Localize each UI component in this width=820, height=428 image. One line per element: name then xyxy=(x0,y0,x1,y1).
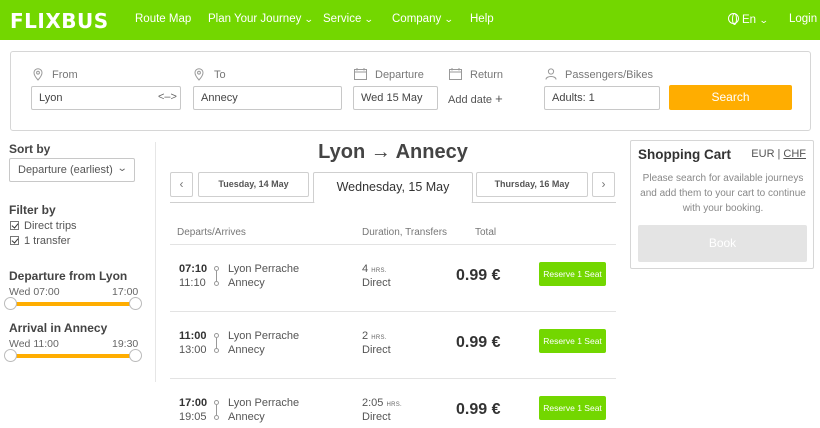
departure-slider-max-handle[interactable] xyxy=(129,297,142,310)
chevron-down-icon: ⌄ xyxy=(304,14,315,24)
trip-duration: 4 HRS. xyxy=(362,263,387,275)
table-divider xyxy=(170,244,616,245)
plus-icon: + xyxy=(495,91,503,106)
reserve-seat-button[interactable]: Reserve 1 Seat xyxy=(539,262,606,286)
chevron-down-icon: ⌄ xyxy=(364,14,375,24)
currency-selector: EUR | CHF xyxy=(751,148,806,160)
trip-price: 0.99 € xyxy=(456,334,501,351)
sort-select[interactable]: Departure (earliest) ⌄ xyxy=(9,158,135,182)
date-tab-next[interactable]: Thursday, 16 May xyxy=(476,172,588,197)
row-divider xyxy=(170,378,616,379)
cart-empty-message: Please search for available journeys and… xyxy=(640,173,806,214)
departure-label: Departure xyxy=(375,69,424,81)
nav-service[interactable]: Service ⌄ xyxy=(323,13,375,25)
book-button[interactable]: Book xyxy=(638,225,807,262)
route-end-dot-icon xyxy=(214,281,219,286)
date-tab-prev[interactable]: Tuesday, 14 May xyxy=(198,172,309,197)
date-tab-selected[interactable]: Wednesday, 15 May xyxy=(313,172,473,203)
top-nav: FLIXBUS Route Map Plan Your Journey ⌄ Ser… xyxy=(0,0,820,40)
arrival-range-min: Wed 11:00 xyxy=(9,338,59,350)
nav-route-map[interactable]: Route Map xyxy=(135,13,191,25)
calendar-icon xyxy=(354,68,367,80)
from-label: From xyxy=(52,69,78,81)
trip-duration: 2 HRS. xyxy=(362,330,387,342)
reserve-seat-button[interactable]: Reserve 1 Seat xyxy=(539,396,606,420)
departure-station[interactable]: Lyon Perrache xyxy=(228,330,299,342)
filter-direct-trips[interactable]: Direct trips xyxy=(10,220,77,232)
sidebar-divider xyxy=(155,142,156,382)
nav-plan-journey[interactable]: Plan Your Journey ⌄ xyxy=(208,13,315,25)
swap-icon[interactable]: <–> xyxy=(158,91,177,103)
arrival-station[interactable]: Annecy xyxy=(228,411,265,423)
departure-time: 17:00 xyxy=(179,397,208,409)
search-button[interactable]: Search xyxy=(669,85,792,110)
globe-icon xyxy=(728,13,739,25)
location-pin-icon xyxy=(33,68,43,81)
checkbox-checked-icon[interactable] xyxy=(10,236,19,245)
route-end-dot-icon xyxy=(214,415,219,420)
nav-company[interactable]: Company ⌄ xyxy=(392,13,454,25)
passengers-label: Passengers/Bikes xyxy=(565,69,654,81)
route-title: Lyon → Annecy xyxy=(318,141,468,163)
calendar-icon xyxy=(449,68,462,80)
departure-range-title: Departure from Lyon xyxy=(9,269,128,283)
return-label: Return xyxy=(470,69,504,81)
column-header-total: Total xyxy=(475,227,497,238)
arrival-range-title: Arrival in Annecy xyxy=(9,321,108,335)
add-return-date[interactable]: Add date + xyxy=(448,91,503,106)
trip-transfers: Direct xyxy=(362,277,391,289)
reserve-seat-button[interactable]: Reserve 1 Seat xyxy=(539,329,606,353)
currency-eur[interactable]: EUR xyxy=(751,148,774,160)
currency-chf[interactable]: CHF xyxy=(783,148,806,160)
arrival-time: 19:05 xyxy=(179,411,207,423)
passengers-input[interactable]: Adults: 1 xyxy=(544,86,660,110)
departure-range-min: Wed 07:00 xyxy=(9,286,60,298)
sort-title: Sort by xyxy=(9,142,51,156)
trip-price: 0.99 € xyxy=(456,401,501,418)
filter-one-transfer[interactable]: 1 transfer xyxy=(10,235,70,247)
prev-date-arrow[interactable]: ‹ xyxy=(170,172,193,197)
currency-separator: | xyxy=(777,148,781,160)
arrival-slider-min-handle[interactable] xyxy=(4,349,17,362)
column-header-departs-arrives: Departs/Arrives xyxy=(177,227,246,238)
column-header-duration: Duration, Transfers xyxy=(362,227,448,238)
person-icon xyxy=(545,68,557,80)
departure-time: 11:00 xyxy=(179,330,207,342)
nav-help[interactable]: Help xyxy=(470,13,494,25)
trip-transfers: Direct xyxy=(362,344,391,356)
arrival-station[interactable]: Annecy xyxy=(228,277,265,289)
route-end-dot-icon xyxy=(214,348,219,353)
to-label: To xyxy=(214,69,226,81)
filter-title: Filter by xyxy=(9,203,56,217)
arrival-time: 11:10 xyxy=(179,277,206,289)
departure-date-input[interactable]: Wed 15 May xyxy=(353,86,438,110)
shopping-cart-panel: Shopping Cart EUR | CHF Please search for … xyxy=(630,140,814,269)
chevron-down-icon: ⌄ xyxy=(444,14,454,24)
checkbox-checked-icon[interactable] xyxy=(10,221,19,230)
chevron-down-icon: ⌄ xyxy=(116,163,128,174)
cart-title: Shopping Cart xyxy=(638,147,731,162)
arrival-time: 13:00 xyxy=(179,344,207,356)
departure-station[interactable]: Lyon Perrache xyxy=(228,397,299,409)
location-pin-icon xyxy=(194,68,204,81)
trip-transfers: Direct xyxy=(362,411,391,423)
trip-price: 0.99 € xyxy=(456,267,501,284)
to-input[interactable]: Annecy xyxy=(193,86,342,110)
arrival-station[interactable]: Annecy xyxy=(228,344,265,356)
departure-time: 07:10 xyxy=(179,263,208,275)
row-divider xyxy=(170,311,616,312)
trip-duration: 2:05 HRS. xyxy=(362,397,403,409)
login-link[interactable]: Login xyxy=(789,13,817,25)
next-date-arrow[interactable]: › xyxy=(592,172,615,197)
language-selector[interactable]: En ⌄ xyxy=(728,13,769,26)
departure-slider-min-handle[interactable] xyxy=(4,297,17,310)
flixbus-logo[interactable]: FLIXBUS xyxy=(10,9,109,33)
departure-slider-track xyxy=(11,302,135,306)
departure-station[interactable]: Lyon Perrache xyxy=(228,263,299,275)
chevron-down-icon: ⌄ xyxy=(758,15,769,25)
arrival-slider-track xyxy=(11,354,135,358)
arrival-slider-max-handle[interactable] xyxy=(129,349,142,362)
